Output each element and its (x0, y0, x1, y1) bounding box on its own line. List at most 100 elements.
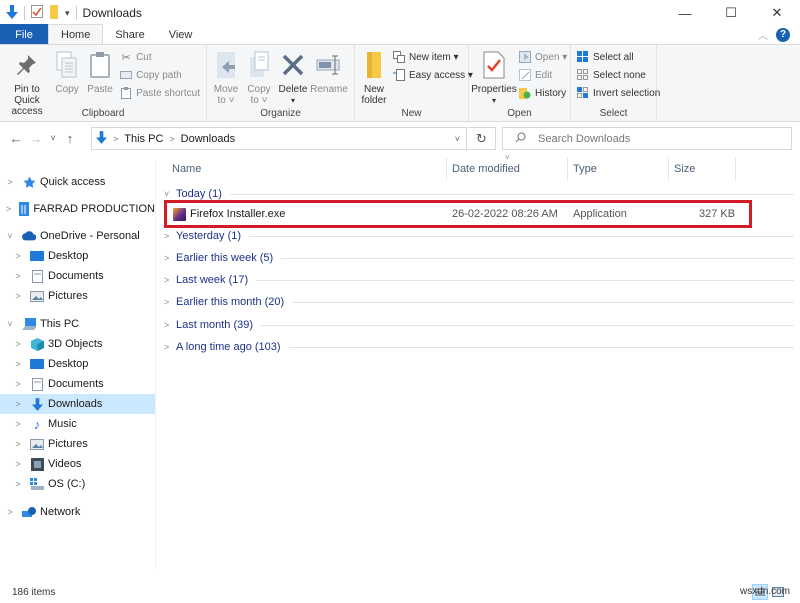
history-button[interactable]: History (519, 85, 567, 101)
select-none-button[interactable]: Select none (577, 67, 660, 83)
sidebar-item-downloads[interactable]: > Downloads (0, 394, 155, 414)
group-header-a-long-time-ago[interactable]: > A long time ago (103) (164, 338, 794, 356)
group-divider (292, 301, 794, 303)
chevron-right-icon[interactable]: > (12, 359, 24, 369)
tab-view[interactable]: View (157, 24, 205, 45)
chevron-right-icon[interactable]: > (12, 379, 24, 389)
ribbon-group-organize: Move to ˅ Copy to ˅ Delete ▾ Rename Orga… (207, 45, 355, 121)
sidebar-item-pictures[interactable]: > Pictures (0, 434, 155, 454)
column-header-type[interactable]: Type (573, 156, 597, 182)
group-header-yesterday[interactable]: > Yesterday (1) (164, 227, 794, 245)
ribbon-group-open: Properties ▾ Open ▾ Edit History Open (469, 45, 571, 121)
drive-icon (30, 477, 44, 491)
pictures-icon (30, 437, 44, 451)
sidebar-item-3d-objects[interactable]: > 3D Objects (0, 334, 155, 354)
properties-qat-icon[interactable] (31, 5, 43, 21)
easy-access-button[interactable]: Easy access ▾ (393, 67, 473, 83)
cut-button[interactable]: ✂ Cut (120, 49, 200, 65)
column-header-date-modified[interactable]: Date modified (452, 156, 520, 182)
group-label-open: Open (507, 108, 532, 119)
sidebar-item-desktop[interactable]: > Desktop (0, 354, 155, 374)
maximize-button[interactable]: ☐ (708, 0, 754, 26)
sidebar-item-network[interactable]: > Network (0, 502, 155, 522)
group-divider (281, 257, 794, 259)
tab-home[interactable]: Home (48, 24, 104, 45)
chevron-right-icon[interactable]: > (12, 419, 24, 429)
documents-icon (30, 269, 44, 283)
file-row[interactable]: Firefox Installer.exe 26-02-2022 08:26 A… (164, 200, 752, 228)
sidebar-item-this-pc[interactable]: ˅ This PC (0, 314, 155, 334)
chevron-right-icon[interactable]: > (12, 479, 24, 489)
breadcrumb-this-pc[interactable]: This PC (124, 133, 163, 145)
refresh-button[interactable]: ↻ (468, 127, 496, 150)
column-divider[interactable] (668, 158, 669, 180)
chevron-right-icon[interactable]: > (12, 271, 24, 281)
recent-locations-dropdown[interactable]: ˅ (46, 126, 60, 150)
copy-path-button[interactable]: Copy path (120, 67, 200, 83)
sidebar-item-videos[interactable]: > Videos (0, 454, 155, 474)
close-button[interactable]: ✕ (754, 0, 800, 26)
sidebar-item-documents[interactable]: > Documents (0, 374, 155, 394)
edit-button[interactable]: Edit (519, 67, 567, 83)
select-all-icon (577, 51, 589, 63)
chevron-right-icon[interactable]: > (4, 204, 13, 214)
file-name: Firefox Installer.exe (190, 208, 286, 220)
select-all-button[interactable]: Select all (577, 49, 660, 65)
sidebar-item-quick-access[interactable]: > Quick access (0, 172, 155, 192)
customize-qat-dropdown[interactable]: ▾ (65, 8, 70, 19)
tab-share[interactable]: Share (103, 24, 156, 45)
clipboard-icon (86, 49, 114, 81)
ribbon-group-select: Select all Select none Invert selection … (571, 45, 660, 121)
chevron-right-icon[interactable]: > (12, 399, 24, 409)
column-divider[interactable] (567, 158, 568, 180)
open-button[interactable]: Open ▾ (519, 49, 567, 65)
chevron-right-icon[interactable]: > (4, 507, 16, 517)
chevron-right-icon[interactable]: > (4, 177, 16, 187)
sidebar-item-farrad-production[interactable]: > FARRAD PRODUCTION (0, 199, 155, 219)
tab-file[interactable]: File (0, 24, 48, 45)
sidebar-item-onedrive-documents[interactable]: > Documents (0, 266, 155, 286)
group-divider (229, 193, 794, 195)
rename-icon (315, 49, 343, 81)
sidebar-item-onedrive-desktop[interactable]: > Desktop (0, 246, 155, 266)
search-box[interactable]: Search Downloads (502, 127, 792, 150)
chevron-right-icon: > (164, 253, 170, 263)
address-bar[interactable]: > This PC > Downloads ˅ (91, 127, 467, 150)
column-divider[interactable] (735, 158, 736, 180)
group-header-last-month[interactable]: > Last month (39) (164, 316, 794, 334)
chevron-right-icon[interactable]: > (12, 439, 24, 449)
column-header-size[interactable]: Size (674, 156, 695, 182)
new-folder-qat-icon[interactable] (49, 4, 59, 22)
group-header-earlier-this-week[interactable]: > Earlier this week (5) (164, 249, 794, 267)
forward-button[interactable]: → (26, 126, 46, 150)
column-header-name[interactable]: Name (172, 156, 201, 182)
sidebar-item-os-c[interactable]: > OS (C:) (0, 474, 155, 494)
search-input[interactable]: Search Downloads (538, 133, 630, 145)
pin-icon (13, 49, 41, 81)
column-divider[interactable] (446, 158, 447, 180)
chevron-down-icon[interactable]: ˅ (4, 231, 16, 241)
group-divider (256, 279, 794, 281)
help-icon[interactable]: ? (776, 27, 790, 42)
chevron-down-icon[interactable]: ˅ (4, 319, 16, 329)
sidebar-item-music[interactable]: > ♪ Music (0, 414, 155, 434)
back-button[interactable]: ← (6, 126, 26, 150)
collapse-ribbon-icon[interactable]: ︿ (758, 27, 768, 42)
sidebar-item-onedrive-pictures[interactable]: > Pictures (0, 286, 155, 306)
new-item-button[interactable]: New item ▾ (393, 49, 473, 65)
chevron-right-icon[interactable]: > (12, 251, 24, 261)
chevron-right-icon[interactable]: > (12, 459, 24, 469)
sidebar-item-onedrive[interactable]: ˅ OneDrive - Personal (0, 226, 155, 246)
chevron-right-icon[interactable]: > (12, 339, 24, 349)
group-header-earlier-this-month[interactable]: > Earlier this month (20) (164, 293, 794, 311)
address-history-dropdown[interactable]: ˅ (455, 134, 460, 144)
breadcrumb-separator: > (113, 133, 119, 144)
breadcrumb-downloads[interactable]: Downloads (181, 133, 235, 145)
minimize-button[interactable]: — (662, 0, 708, 26)
invert-selection-button[interactable]: Invert selection (577, 85, 660, 101)
chevron-right-icon: > (164, 297, 170, 307)
up-button[interactable]: ↑ (60, 126, 80, 150)
group-header-last-week[interactable]: > Last week (17) (164, 271, 794, 289)
chevron-right-icon[interactable]: > (12, 291, 24, 301)
paste-shortcut-button[interactable]: Paste shortcut (120, 85, 200, 101)
